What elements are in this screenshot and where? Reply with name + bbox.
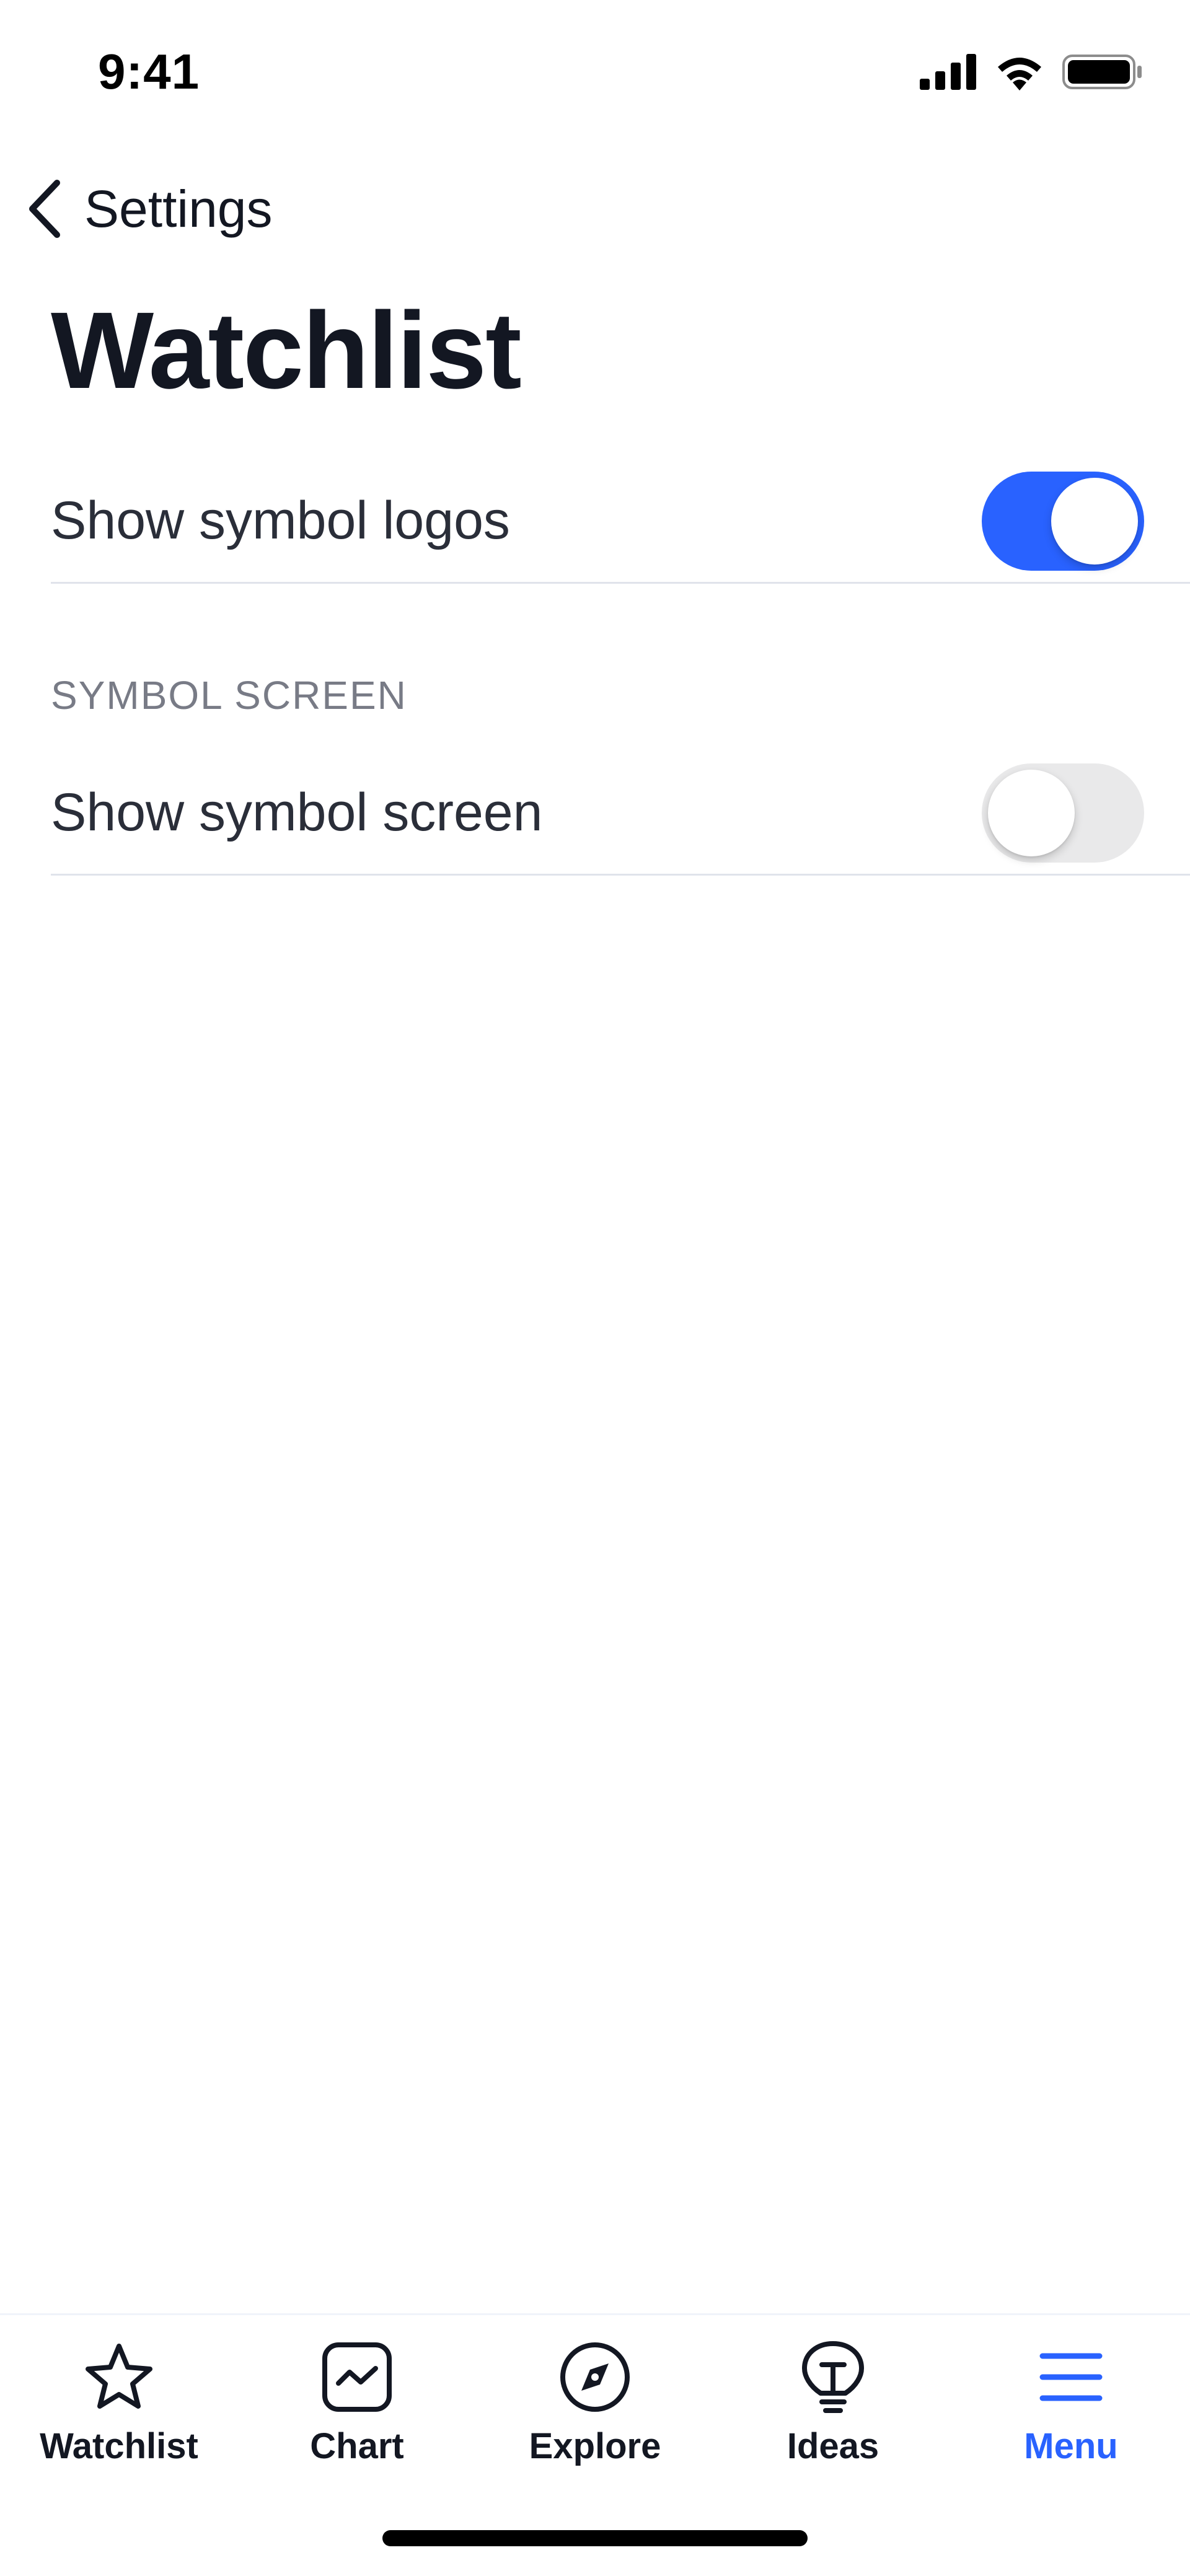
- tab-ideas[interactable]: Ideas: [714, 2340, 952, 2501]
- toggle-knob: [988, 769, 1075, 856]
- settings-row-show-symbol-screen: Show symbol screen: [51, 752, 1190, 876]
- tab-chart[interactable]: Chart: [238, 2340, 476, 2501]
- status-time: 9:41: [98, 44, 200, 99]
- status-icons: [920, 53, 1143, 94]
- battery-icon: [1062, 53, 1143, 94]
- show-symbol-logos-toggle[interactable]: [982, 471, 1144, 571]
- tab-label: Chart: [310, 2426, 404, 2466]
- watchlist-settings-screen: 9:41 Settings Watchlist Show symbol logo…: [0, 0, 1190, 2576]
- tab-label: Explore: [529, 2426, 661, 2466]
- chevron-left-icon: [22, 178, 66, 240]
- tab-watchlist[interactable]: Watchlist: [0, 2340, 238, 2501]
- section-header-symbol-screen: SYMBOL SCREEN: [51, 673, 407, 718]
- tab-menu[interactable]: Menu: [952, 2340, 1190, 2501]
- lightbulb-icon: [796, 2340, 870, 2414]
- compass-icon: [558, 2340, 632, 2414]
- home-indicator: [382, 2530, 808, 2546]
- show-symbol-screen-toggle[interactable]: [982, 763, 1144, 863]
- chart-icon: [320, 2340, 394, 2414]
- tab-label: Menu: [1024, 2426, 1118, 2466]
- tab-label: Ideas: [787, 2426, 879, 2466]
- tab-explore[interactable]: Explore: [476, 2340, 714, 2501]
- tab-label: Watchlist: [40, 2426, 198, 2466]
- star-icon: [82, 2340, 156, 2414]
- settings-row-show-symbol-logos: Show symbol logos: [51, 460, 1190, 584]
- back-button[interactable]: Settings: [22, 175, 273, 243]
- page-title: Watchlist: [51, 290, 522, 411]
- cellular-signal-icon: [920, 53, 977, 93]
- hamburger-menu-icon: [1034, 2340, 1108, 2414]
- back-button-label: Settings: [84, 179, 273, 238]
- wifi-icon: [994, 53, 1045, 94]
- toggle-knob: [1051, 477, 1138, 565]
- status-bar: 9:41: [0, 0, 1190, 143]
